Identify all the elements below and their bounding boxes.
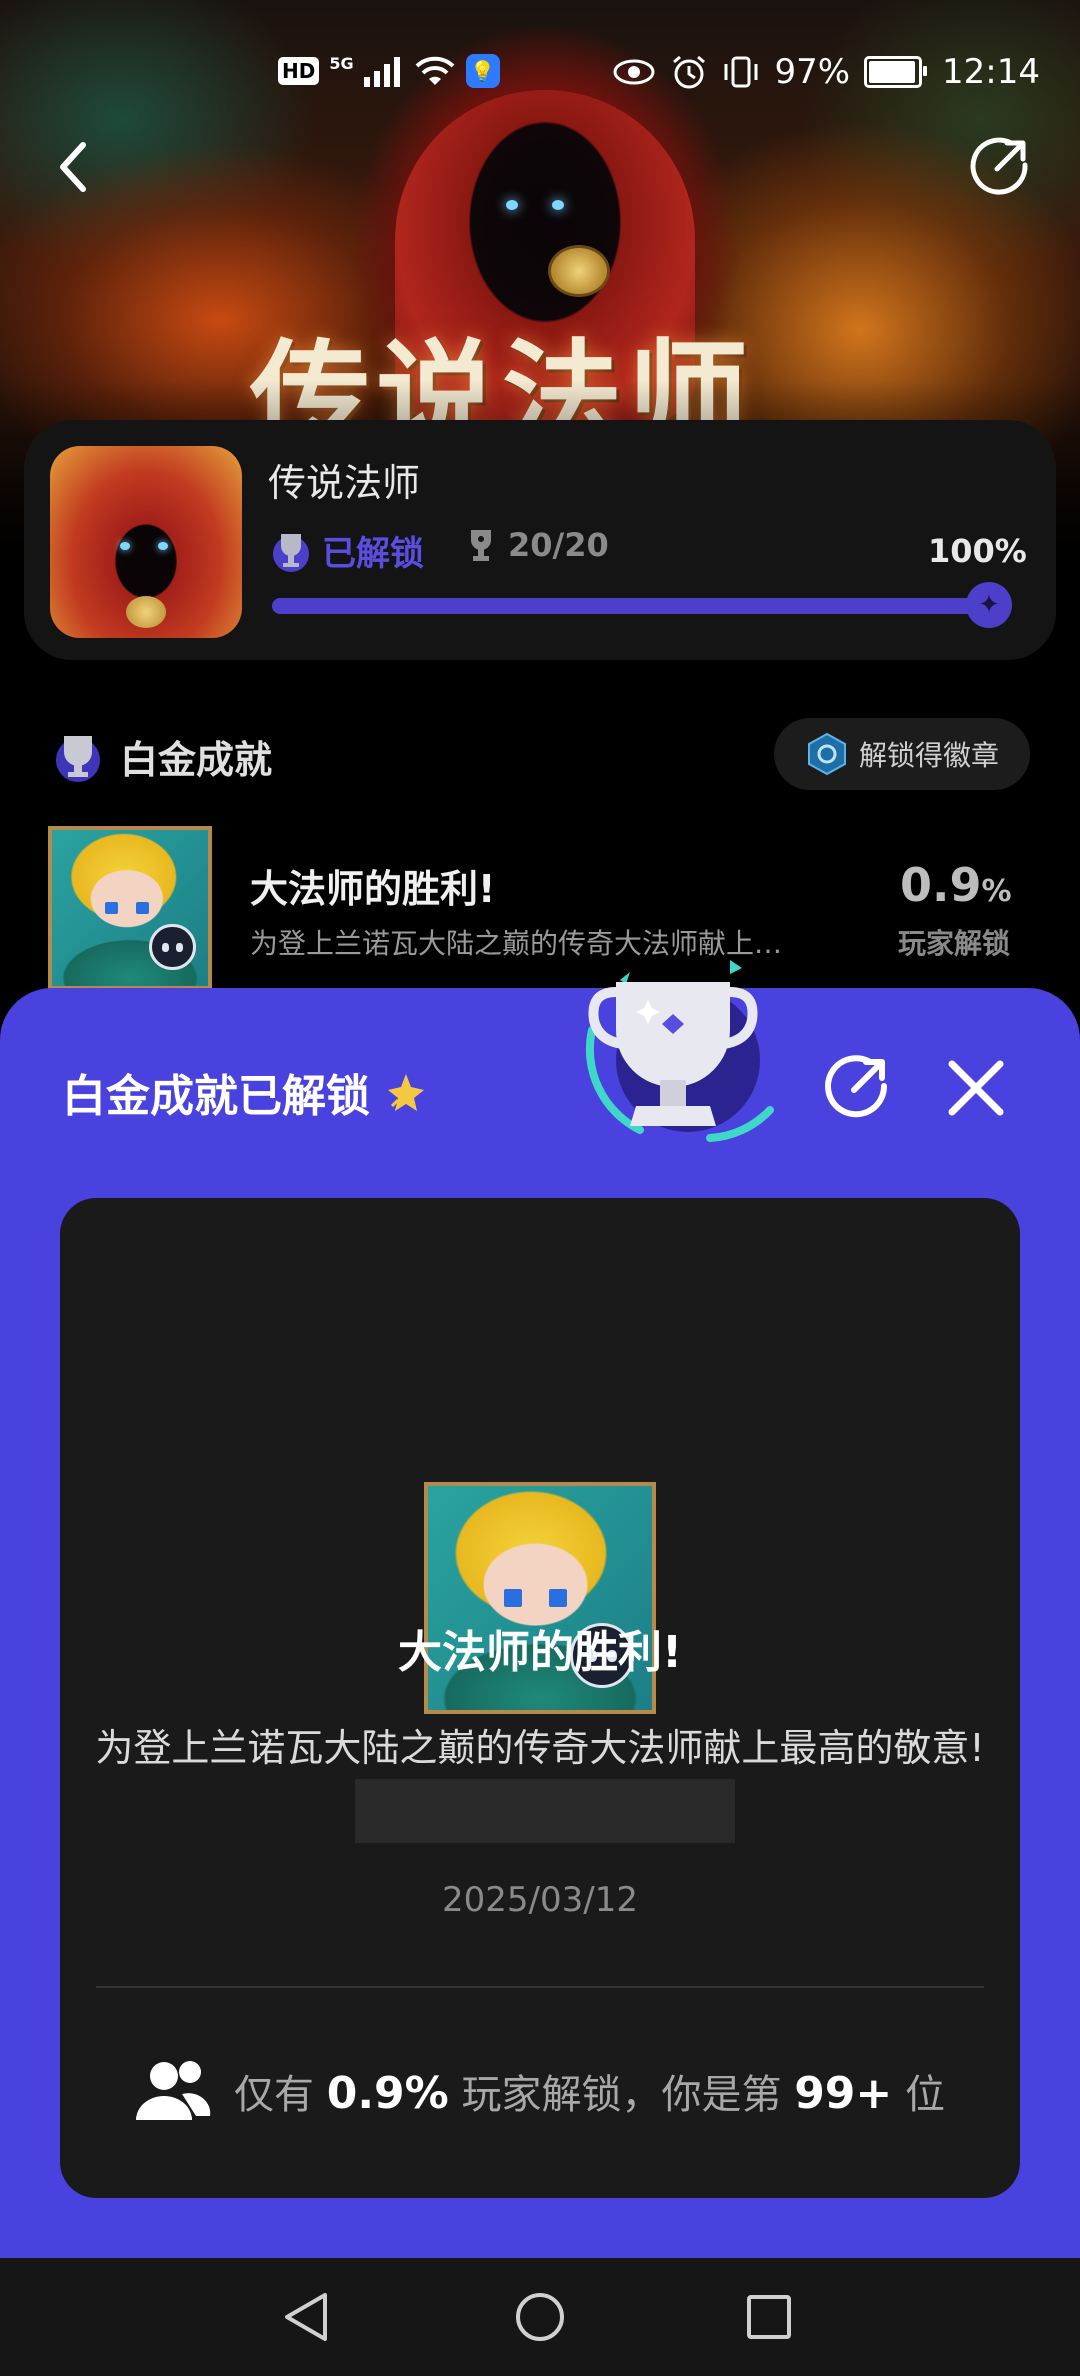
sheet-title: 白金成就已解锁 (62, 1060, 428, 1124)
achievement-percent: 0.9% (900, 858, 1012, 912)
trophy-small-icon (471, 530, 491, 561)
nav-recents-button[interactable] (734, 2282, 804, 2352)
clock: 12:14 (942, 52, 1040, 92)
battery-percent: 97% (774, 52, 851, 92)
close-icon (948, 1060, 1004, 1116)
nav-back-icon (285, 2293, 327, 2341)
signal-icon (363, 57, 400, 87)
status-bar: HD 5G 💡 97% 12:14 (0, 0, 1080, 150)
nav-home-icon (516, 2293, 564, 2341)
trophy-icon (585, 960, 774, 1142)
hd-indicator: HD (278, 57, 320, 85)
nav-back-button[interactable] (272, 2282, 342, 2352)
network-type: 5G (329, 54, 354, 73)
platinum-trophy-icon (56, 736, 100, 782)
trophy-icon (273, 533, 309, 572)
unlock-badge-button[interactable]: 解锁得徽章 (774, 718, 1030, 790)
hero-eye (552, 200, 564, 210)
back-chevron-icon (60, 142, 86, 192)
achievement-title[interactable]: 大法师的胜利! (250, 858, 495, 913)
hero-amulet (548, 245, 610, 297)
sheet-close-button[interactable] (940, 1052, 1012, 1124)
completion-percent: 100% (928, 532, 1027, 570)
achievement-icon (48, 826, 212, 990)
unlocked-badge: 已解锁 (268, 526, 424, 575)
wifi-icon (415, 56, 454, 85)
eye-comfort-icon (613, 59, 655, 85)
nav-home-button[interactable] (505, 2282, 575, 2352)
sheet-share-button[interactable] (820, 1052, 892, 1124)
back-button[interactable] (38, 132, 108, 202)
achievement-percent-label: 玩家解锁 (898, 927, 1011, 960)
divider (96, 1986, 984, 1988)
achievement-detail-description: 为登上兰诺瓦大陆之巅的传奇大法师献上最高的敬意! (94, 1718, 986, 1843)
vibrate-icon (724, 56, 758, 88)
share-icon (825, 1055, 888, 1118)
alarm-icon (673, 55, 706, 89)
share-button[interactable] (964, 132, 1034, 202)
share-icon (970, 137, 1028, 195)
completion-progress-bar (272, 598, 1012, 614)
section-header: 白金成就 (50, 728, 272, 784)
trophy-count: 20/20 (466, 526, 609, 564)
achievement-detail-title: 大法师的胜利! (397, 1627, 683, 1678)
game-icon (50, 446, 242, 638)
progress-star-icon: ✦ (966, 582, 1012, 628)
hero-eye (506, 200, 518, 210)
battery-icon (864, 56, 928, 88)
badge-icon (807, 732, 846, 776)
redacted-block (355, 1778, 735, 1843)
users-icon (136, 2061, 211, 2120)
trophy-illustration (580, 920, 780, 1160)
unlock-stat: 仅有 0.9% 玩家解锁，你是第 99+ 位 (134, 2058, 945, 2124)
unlock-date: 2025/03/12 (442, 1880, 638, 1920)
game-title: 传说法师 (268, 461, 421, 505)
nav-recents-icon (747, 2295, 791, 2339)
sparkle-star-icon (388, 1074, 424, 1111)
bulb-icon: 💡 (465, 54, 500, 88)
